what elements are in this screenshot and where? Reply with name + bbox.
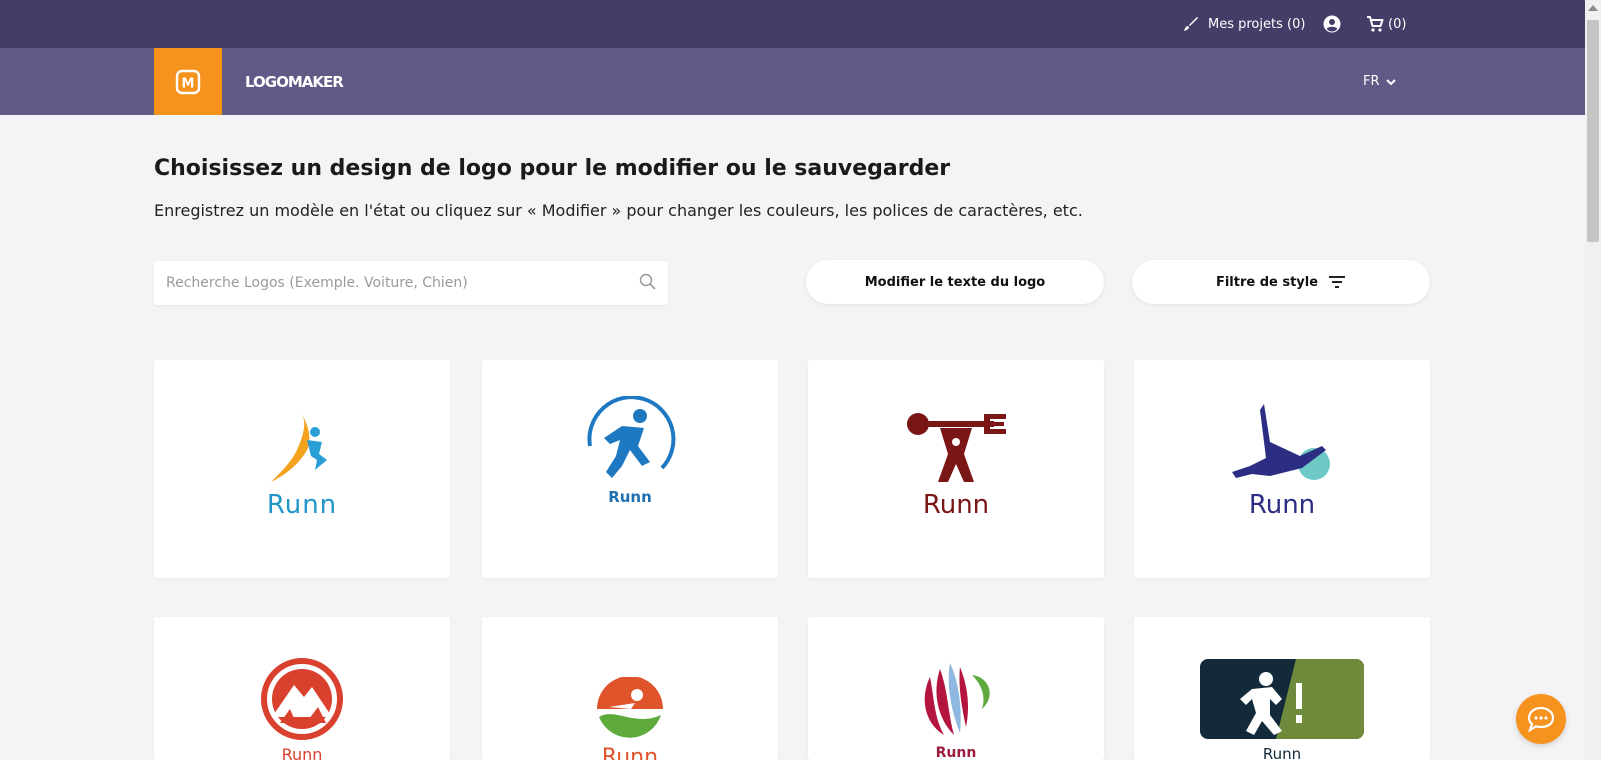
yoga-ball-figure-icon bbox=[1232, 404, 1330, 480]
page-subtitle: Enregistrez un modèle en l'état ou cliqu… bbox=[154, 201, 1083, 220]
running-man-circle-icon bbox=[587, 396, 676, 478]
logo-card[interactable]: Runn bbox=[482, 617, 778, 760]
logo-card[interactable]: Runn bbox=[808, 360, 1104, 578]
logo-name: Runn bbox=[601, 745, 659, 760]
logo-card[interactable]: Runn bbox=[1134, 617, 1430, 760]
logomaker-logo-icon: M bbox=[175, 69, 201, 94]
logo-card[interactable]: Runn bbox=[154, 617, 450, 760]
logo-name: Runn bbox=[1248, 490, 1316, 520]
style-filter-label: Filtre de style bbox=[1215, 274, 1319, 290]
logo-art bbox=[154, 657, 450, 741]
sports-badge-icon bbox=[1200, 659, 1364, 739]
logo-name: Runn bbox=[935, 745, 977, 760]
top-bar: Mes projets (0) (0) bbox=[0, 0, 1585, 48]
brush-icon bbox=[1184, 17, 1198, 31]
cart-button[interactable]: (0) bbox=[1366, 0, 1406, 48]
account-icon bbox=[1323, 15, 1341, 33]
runner-figure-icon bbox=[271, 412, 327, 482]
logomaker-logo[interactable]: M bbox=[154, 48, 222, 115]
filter-icon bbox=[1329, 276, 1346, 288]
nav-bar: M LOGOMAKER FR bbox=[0, 48, 1585, 115]
account-button[interactable] bbox=[1323, 0, 1341, 48]
chat-bubble-icon bbox=[1527, 706, 1555, 732]
logo-name: Runn bbox=[608, 488, 652, 506]
logo-name: Runn bbox=[1262, 745, 1302, 760]
logo-card[interactable]: Runn bbox=[154, 360, 450, 578]
cart-count: (0) bbox=[1388, 16, 1407, 32]
logo-name: Runn bbox=[922, 490, 990, 520]
logo-art bbox=[1134, 659, 1430, 739]
search-input[interactable] bbox=[166, 261, 626, 305]
logo-art bbox=[154, 410, 450, 485]
weightlifter-icon bbox=[907, 413, 1006, 482]
language-label: FR bbox=[1363, 74, 1380, 89]
search-box bbox=[154, 261, 668, 305]
logo-card[interactable]: Runn bbox=[482, 360, 778, 578]
mountain-circle-icon bbox=[261, 658, 343, 740]
logo-art bbox=[808, 412, 1104, 484]
language-selector[interactable]: FR bbox=[1363, 48, 1396, 115]
edit-logo-text-label: Modifier le texte du logo bbox=[864, 274, 1046, 290]
flame-stripes-icon bbox=[924, 663, 990, 735]
chat-button[interactable] bbox=[1516, 694, 1566, 744]
scrollbar-thumb[interactable] bbox=[1587, 20, 1599, 242]
my-projects-label: Mes projets (0) bbox=[1208, 16, 1306, 32]
search-icon[interactable] bbox=[639, 273, 657, 291]
cart-icon bbox=[1367, 16, 1384, 32]
logo-card[interactable]: Runn bbox=[1134, 360, 1430, 578]
edit-logo-text-button[interactable]: Modifier le texte du logo bbox=[806, 260, 1104, 304]
style-filter-button[interactable]: Filtre de style bbox=[1132, 260, 1430, 304]
logo-art bbox=[1134, 402, 1430, 484]
logo-art bbox=[482, 396, 778, 486]
scroll-up-arrow[interactable] bbox=[1588, 5, 1598, 11]
chevron-down-icon bbox=[1385, 78, 1396, 85]
logo-art bbox=[808, 657, 1104, 741]
logo-art bbox=[482, 677, 778, 743]
svg-text:M: M bbox=[182, 76, 195, 91]
split-circle-icon bbox=[597, 677, 663, 738]
page-title: Choisissez un design de logo pour le mod… bbox=[154, 156, 951, 181]
logo-name: Runn bbox=[266, 490, 338, 520]
logo-name: Runn bbox=[281, 745, 323, 760]
brand-name[interactable]: LOGOMAKER bbox=[245, 48, 344, 115]
logo-card[interactable]: Runn bbox=[808, 617, 1104, 760]
my-projects-link[interactable]: Mes projets (0) bbox=[1183, 0, 1305, 48]
